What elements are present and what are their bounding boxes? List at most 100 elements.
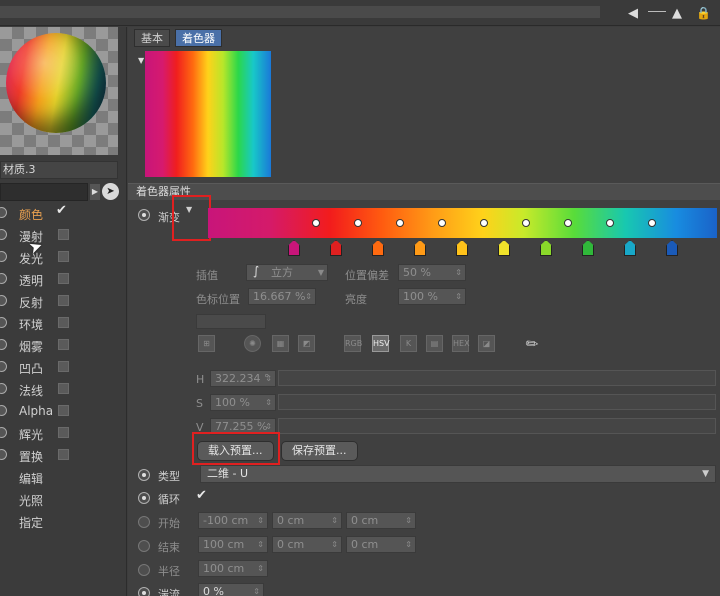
spectrum-icon[interactable]: ▦	[272, 335, 289, 352]
channel-checkbox[interactable]	[58, 273, 69, 284]
channel-radio[interactable]	[0, 339, 7, 350]
channel-checkbox[interactable]	[58, 449, 69, 460]
channel-radio[interactable]	[0, 207, 7, 218]
channel-radio[interactable]	[0, 229, 7, 240]
material-preview[interactable]	[0, 27, 118, 155]
channel-checkbox[interactable]	[58, 229, 69, 240]
channel-checkbox[interactable]	[58, 383, 69, 394]
mode-hex-button[interactable]: HEX	[452, 335, 470, 352]
lock-icon[interactable]: 🔒	[696, 6, 711, 20]
channel-row[interactable]: 漫射	[0, 225, 126, 245]
color-stop-marker[interactable]	[288, 240, 300, 256]
color-picker-icon[interactable]: ⊞	[198, 335, 215, 352]
channel-checkbox-checked[interactable]: ✔	[56, 203, 67, 218]
mode-mixer-button[interactable]: ◪	[478, 335, 495, 352]
mode-k-button[interactable]: K	[400, 335, 417, 352]
end-y-field[interactable]: 0 cm ⇕	[272, 536, 342, 553]
s-field[interactable]: 100 % ⇕	[210, 394, 276, 411]
channel-row[interactable]: 烟雾	[0, 335, 126, 355]
type-select[interactable]: 二维 - U ▼	[200, 465, 716, 483]
channel-row[interactable]: 颜色 ✔	[0, 203, 126, 223]
gradient-knot[interactable]	[312, 219, 320, 227]
gradient-knot[interactable]	[564, 219, 572, 227]
start-radio[interactable]	[138, 516, 150, 528]
channel-radio[interactable]	[0, 427, 7, 438]
channel-row[interactable]: Alpha	[0, 401, 126, 421]
start-y-field[interactable]: 0 cm ⇕	[272, 512, 342, 529]
h-field[interactable]: 322.234 ° ⇕	[210, 370, 276, 387]
gradient-knot[interactable]	[648, 219, 656, 227]
channel-checkbox[interactable]	[58, 339, 69, 350]
cursor-arrow-icon[interactable]: ▲	[672, 6, 682, 21]
gradient-knot[interactable]	[396, 219, 404, 227]
position-offset-field[interactable]: 50 % ⇕	[398, 264, 466, 281]
channel-row[interactable]: 辉光	[0, 423, 126, 443]
channel-row[interactable]: 置换	[0, 445, 126, 465]
color-stop-marker[interactable]	[624, 240, 636, 256]
gradient-knot[interactable]	[438, 219, 446, 227]
channel-radio[interactable]	[0, 383, 7, 394]
mode-hsv-button[interactable]: HSV	[372, 335, 390, 352]
channel-checkbox[interactable]	[58, 427, 69, 438]
brightness-field[interactable]: 100 % ⇕	[398, 288, 466, 305]
channel-checkbox[interactable]	[58, 295, 69, 306]
color-stop-marker[interactable]	[414, 240, 426, 256]
channel-checkbox[interactable]	[58, 361, 69, 372]
channel-row[interactable]: 发光	[0, 247, 126, 267]
channel-radio[interactable]	[0, 251, 7, 262]
pick-cursor-button[interactable]: ➤	[102, 183, 119, 200]
channel-radio[interactable]	[0, 273, 7, 284]
gradient-radio[interactable]	[138, 209, 150, 221]
start-z-field[interactable]: 0 cm ⇕	[346, 512, 416, 529]
radius-field[interactable]: 100 cm ⇕	[198, 560, 268, 577]
end-z-field[interactable]: 0 cm ⇕	[346, 536, 416, 553]
turbulence-field[interactable]: 0 % ⇕	[198, 583, 264, 596]
gradient-knot[interactable]	[354, 219, 362, 227]
channel-radio[interactable]	[0, 295, 7, 306]
channel-radio[interactable]	[0, 449, 7, 460]
preview-toggle-icon[interactable]: ▼	[138, 56, 144, 65]
material-link-field[interactable]	[0, 183, 88, 201]
color-stop-marker[interactable]	[498, 240, 510, 256]
channel-radio[interactable]	[0, 317, 7, 328]
color-stop-marker[interactable]	[582, 240, 594, 256]
channel-row[interactable]: 法线	[0, 379, 126, 399]
tab-shader[interactable]: 着色器	[175, 29, 222, 47]
color-wheel-icon[interactable]: ✺	[244, 335, 261, 352]
color-stop-marker[interactable]	[330, 240, 342, 256]
mode-swatch-button[interactable]: ▤	[426, 335, 443, 352]
color-stop-marker[interactable]	[540, 240, 552, 256]
start-x-field[interactable]: -100 cm ⇕	[198, 512, 268, 529]
type-radio[interactable]	[138, 469, 150, 481]
color-swatch[interactable]	[196, 314, 266, 329]
loop-radio[interactable]	[138, 492, 150, 504]
channel-row[interactable]: 指定	[0, 511, 126, 531]
channel-row[interactable]: 透明	[0, 269, 126, 289]
mode-rgb-button[interactable]: RGB	[344, 335, 362, 352]
gradient-knot[interactable]	[480, 219, 488, 227]
color-position-field[interactable]: 16.667 % ⇕	[248, 288, 316, 305]
radius-radio[interactable]	[138, 564, 150, 576]
s-slider[interactable]	[278, 394, 716, 410]
channel-checkbox[interactable]	[58, 405, 69, 416]
h-slider[interactable]	[278, 370, 716, 386]
expand-arrow-icon[interactable]: ▶	[90, 184, 100, 200]
channel-checkbox[interactable]	[58, 317, 69, 328]
save-preset-button[interactable]: 保存预置...	[281, 441, 358, 461]
gradient-knot[interactable]	[522, 219, 530, 227]
channel-row[interactable]: 环境	[0, 313, 126, 333]
channel-row[interactable]: 光照	[0, 489, 126, 509]
gradient-knot[interactable]	[606, 219, 614, 227]
channel-radio[interactable]	[0, 405, 7, 416]
eyedropper-icon[interactable]: ✎	[522, 333, 543, 355]
channel-row[interactable]: 凹凸	[0, 357, 126, 377]
channel-row[interactable]: 编辑	[0, 467, 126, 487]
turbulence-radio[interactable]	[138, 587, 150, 596]
tab-basic[interactable]: 基本	[134, 29, 170, 47]
interpolation-select[interactable]: ∫ 立方 ▼	[246, 264, 328, 281]
back-arrow-icon[interactable]: ◀	[628, 6, 638, 21]
channel-checkbox[interactable]	[58, 251, 69, 262]
material-name[interactable]: 材质.3	[0, 161, 118, 179]
end-x-field[interactable]: 100 cm ⇕	[198, 536, 268, 553]
v-slider[interactable]	[278, 418, 716, 434]
